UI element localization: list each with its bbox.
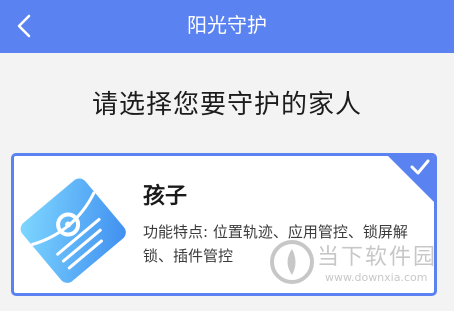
child-protection-icon xyxy=(20,178,126,283)
top-navigation-bar: 阳光守护 xyxy=(0,0,454,53)
card-title: 孩子 xyxy=(143,184,188,209)
select-family-prompt: 请选择您要守护的家人 xyxy=(91,90,362,120)
page-title: 阳光守护 xyxy=(187,13,267,37)
family-option-child-card[interactable]: 孩子 功能特点: 位置轨迹、应用管控、锁屏解锁、插件管控 xyxy=(11,153,437,296)
card-description: 功能特点: 位置轨迹、应用管控、锁屏解锁、插件管控 xyxy=(143,223,408,265)
checkmark-icon xyxy=(410,159,430,175)
